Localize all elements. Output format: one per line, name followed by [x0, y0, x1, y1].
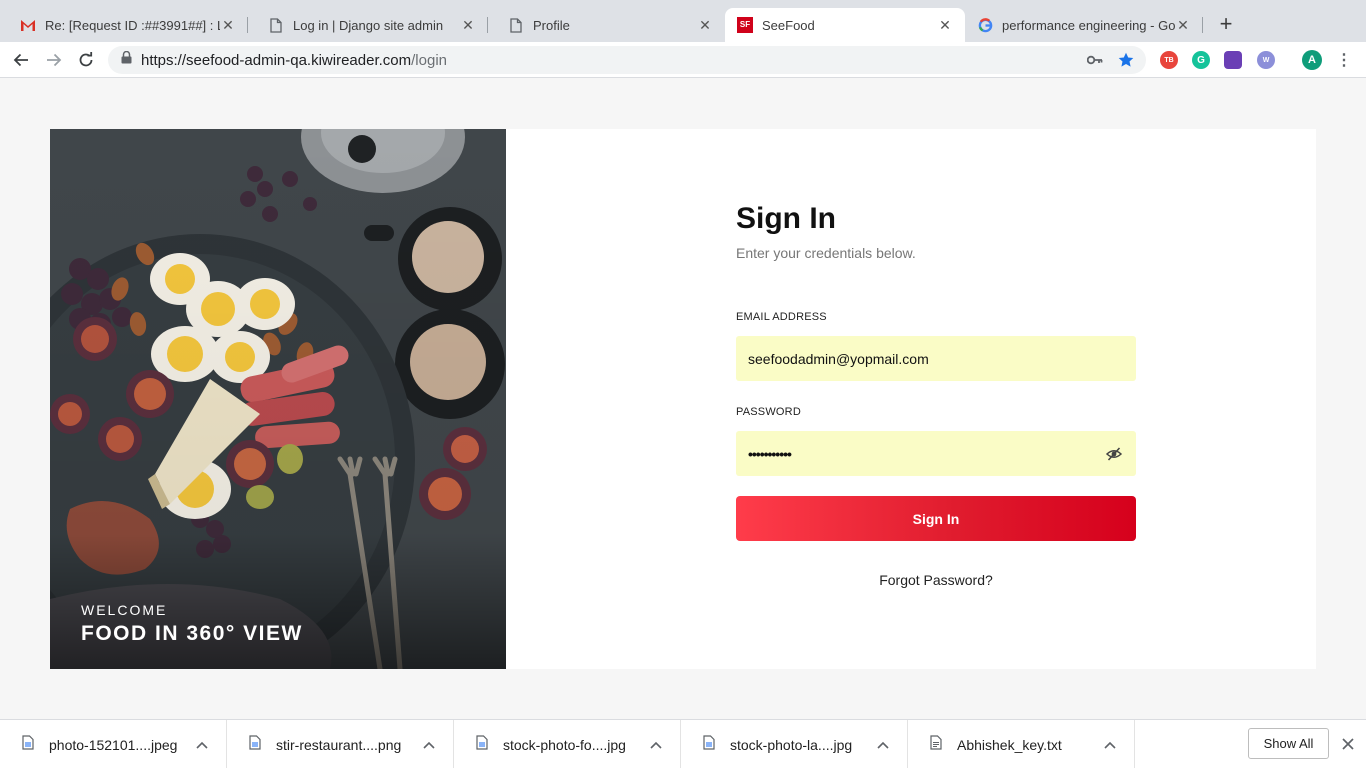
chevron-up-icon[interactable] — [423, 736, 435, 754]
grammarly-icon[interactable]: G — [1192, 51, 1210, 69]
page-icon — [508, 17, 524, 33]
download-filename: photo-152101....jpeg — [49, 736, 178, 753]
tab-title: SeeFood — [762, 17, 815, 33]
extension-cube-icon[interactable] — [1224, 51, 1242, 69]
chevron-up-icon[interactable] — [196, 736, 208, 754]
hero-tagline: FOOD IN 360° VIEW — [81, 622, 303, 645]
chevron-up-icon[interactable] — [877, 736, 889, 754]
tab-profile[interactable]: Profile ✕ — [488, 8, 725, 42]
google-icon — [977, 17, 993, 33]
download-filename: Abhishek_key.txt — [957, 736, 1062, 753]
close-icon[interactable]: ✕ — [220, 17, 236, 33]
text-file-icon — [930, 734, 942, 755]
seefood-favicon: SF — [737, 17, 753, 33]
back-arrow-icon[interactable] — [10, 49, 32, 71]
browser-toolbar: https://seefood-admin-qa.kiwireader.com/… — [0, 42, 1366, 78]
close-icon[interactable]: ✕ — [937, 17, 953, 33]
download-item[interactable]: stir-restaurant....png — [227, 720, 454, 768]
password-value: ••••••••••• — [748, 445, 792, 462]
gmail-icon — [20, 17, 36, 33]
email-value: seefoodadmin@yopmail.com — [748, 350, 929, 367]
close-icon[interactable]: ✕ — [1175, 17, 1191, 33]
close-icon[interactable]: ✕ — [460, 17, 476, 33]
url-text: https://seefood-admin-qa.kiwireader.com/… — [141, 51, 447, 69]
extension-wappalyzer-icon[interactable]: W — [1257, 51, 1275, 69]
bookmark-star-icon[interactable] — [1118, 52, 1134, 68]
show-all-downloads-button[interactable]: Show All — [1248, 728, 1329, 759]
image-file-icon — [22, 734, 34, 755]
tab-django-admin[interactable]: Log in | Django site admin ✕ — [248, 8, 488, 42]
tab-google-search[interactable]: performance engineering - Goo ✕ — [965, 8, 1203, 42]
download-filename: stock-photo-fo....jpg — [503, 736, 626, 753]
lock-icon — [121, 50, 132, 69]
download-item[interactable]: stock-photo-la....jpg — [681, 720, 908, 768]
download-item[interactable]: photo-152101....jpeg — [0, 720, 227, 768]
page-icon — [268, 17, 284, 33]
tab-title: Re: [Request ID :##3991##] : L — [45, 17, 220, 33]
sign-in-button[interactable]: Sign In — [736, 496, 1136, 541]
close-icon[interactable]: ✕ — [697, 17, 713, 33]
tab-strip: Re: [Request ID :##3991##] : L ✕ Log in … — [0, 0, 1366, 42]
extension-tb-icon[interactable]: TB — [1160, 51, 1178, 69]
email-label: EMAIL ADDRESS — [736, 311, 827, 323]
address-bar[interactable]: https://seefood-admin-qa.kiwireader.com/… — [108, 46, 1146, 74]
download-item[interactable]: stock-photo-fo....jpg — [454, 720, 681, 768]
avatar[interactable]: A — [1302, 50, 1322, 70]
download-bar: photo-152101....jpeg stir-restaurant....… — [0, 719, 1366, 768]
reload-icon[interactable] — [75, 49, 97, 71]
login-card: WELCOME FOOD IN 360° VIEW Sign In Enter … — [50, 129, 1316, 669]
image-file-icon — [249, 734, 261, 755]
tab-title: Log in | Django site admin — [293, 17, 444, 33]
tab-title: performance engineering - Goo — [1002, 17, 1175, 33]
password-label: PASSWORD — [736, 406, 801, 418]
download-filename: stir-restaurant....png — [276, 736, 402, 753]
password-field[interactable]: ••••••••••• — [736, 431, 1136, 476]
page-title: Sign In — [736, 202, 836, 235]
new-tab-button[interactable]: + — [1215, 13, 1237, 36]
welcome-label: WELCOME — [81, 602, 168, 618]
menu-kebab-icon[interactable]: ⋮ — [1336, 51, 1352, 69]
image-file-icon — [703, 734, 715, 755]
forward-arrow-icon[interactable] — [43, 49, 65, 71]
close-icon[interactable] — [1340, 736, 1356, 752]
food-illustration — [50, 129, 506, 669]
download-item[interactable]: Abhishek_key.txt — [908, 720, 1135, 768]
download-filename: stock-photo-la....jpg — [730, 736, 853, 753]
email-field[interactable]: seefoodadmin@yopmail.com — [736, 336, 1136, 381]
image-file-icon — [476, 734, 488, 755]
tab-gmail[interactable]: Re: [Request ID :##3991##] : L ✕ — [0, 8, 248, 42]
eye-slash-icon[interactable] — [1105, 446, 1123, 462]
tab-title: Profile — [533, 17, 570, 33]
chevron-up-icon[interactable] — [1104, 736, 1116, 754]
food-photo: WELCOME FOOD IN 360° VIEW — [50, 129, 506, 669]
key-icon[interactable] — [1087, 52, 1103, 68]
chevron-up-icon[interactable] — [650, 736, 662, 754]
forgot-password-link[interactable]: Forgot Password? — [736, 572, 1136, 588]
page-subtitle: Enter your credentials below. — [736, 245, 916, 261]
tab-seefood[interactable]: SF SeeFood ✕ — [725, 8, 965, 42]
